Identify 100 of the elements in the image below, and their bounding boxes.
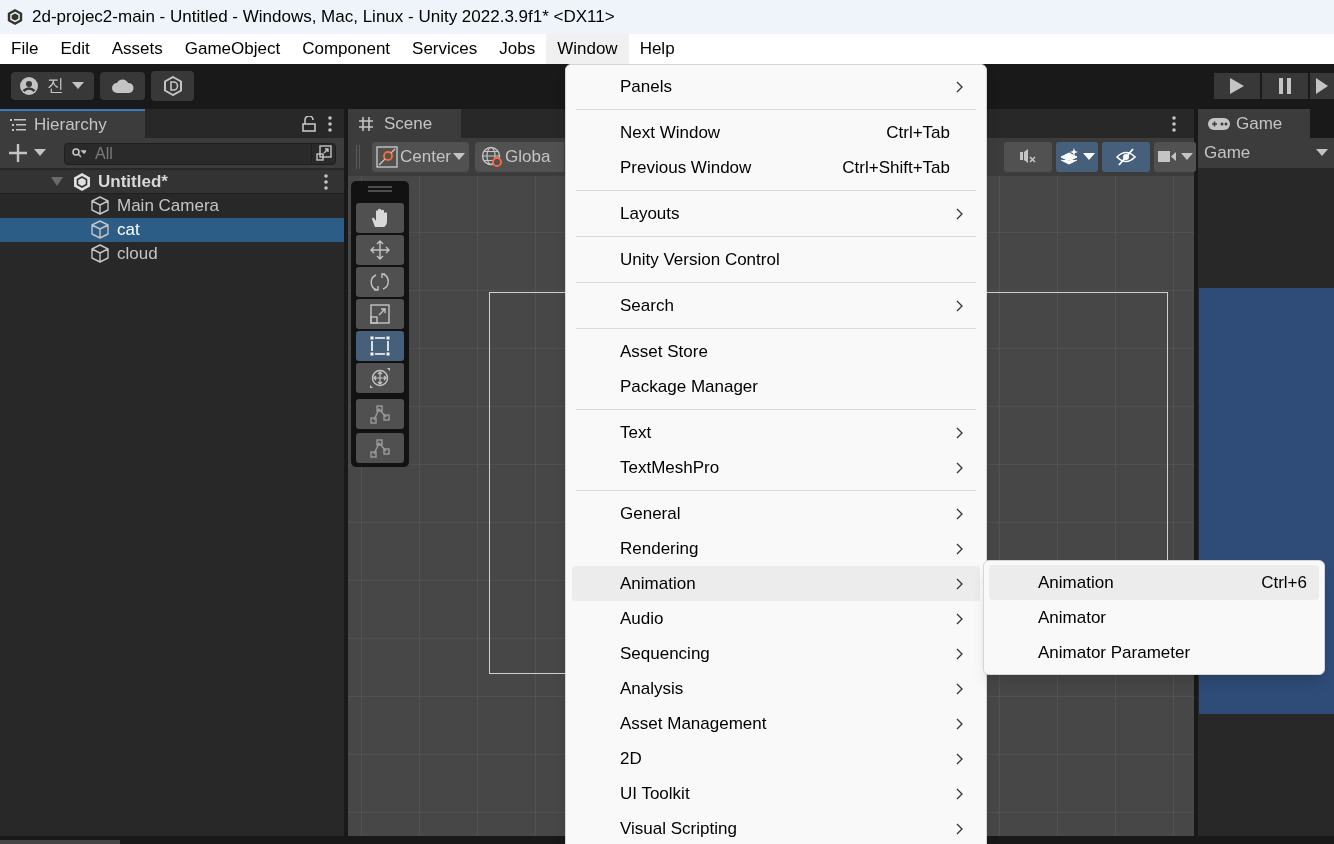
menu-entry[interactable]: Asset Store	[572, 334, 980, 369]
menu-entry[interactable]: Rendering	[572, 531, 980, 566]
expand-icon[interactable]	[315, 145, 332, 161]
hexagon-d-icon	[162, 76, 183, 96]
menu-entry[interactable]: Visual Scripting	[572, 811, 980, 844]
search-field[interactable]: All	[64, 143, 336, 165]
path-nodes-icon	[369, 403, 391, 425]
gamepad-icon	[1208, 117, 1230, 130]
plus-icon	[8, 143, 28, 163]
scale-icon	[369, 303, 391, 325]
tool-button[interactable]	[356, 331, 404, 361]
window-title: 2d-projec2-main - Untitled - Windows, Mac, Linux - Unity 2022.3.9f1* <DX11>	[32, 6, 615, 29]
menu-entry[interactable]: Next Window Ctrl+Tab	[572, 115, 980, 150]
hexagon-d-button[interactable]	[151, 71, 194, 101]
menu-item[interactable]: Window	[546, 34, 629, 64]
tool-button[interactable]	[356, 203, 404, 233]
rotate-arrows-icon	[369, 271, 391, 293]
menu-entry[interactable]: General	[572, 496, 980, 531]
tool-button[interactable]	[356, 299, 404, 329]
play-icon	[1230, 78, 1244, 94]
scene-toggle-button[interactable]	[1102, 142, 1150, 172]
menu-entry[interactable]: Asset Management	[572, 706, 980, 741]
tool-button[interactable]	[356, 363, 404, 393]
play-button[interactable]	[1214, 73, 1260, 99]
more-options-icon[interactable]	[1172, 115, 1176, 132]
rect-tool-icon	[369, 335, 391, 357]
hierarchy-tab[interactable]: Hierarchy	[0, 109, 145, 138]
caret-icon	[34, 149, 46, 157]
pivot-icon	[376, 146, 398, 168]
menu-item[interactable]: Services	[401, 34, 489, 64]
lock-icon[interactable]	[302, 115, 316, 132]
handle-rotation-dropdown[interactable]: Globa	[475, 142, 565, 172]
scene-toggle-button[interactable]	[1056, 142, 1098, 172]
hierarchy-row[interactable]: cat	[0, 218, 344, 242]
menu-item[interactable]: Jobs	[488, 34, 547, 64]
pivot-dropdown[interactable]: Center	[372, 142, 470, 172]
menu-entry[interactable]: Previous Window Ctrl+Shift+Tab	[572, 150, 980, 185]
menu-entry[interactable]: Layouts	[572, 196, 980, 231]
tool-button[interactable]	[356, 235, 404, 265]
path-nodes-icon	[369, 437, 391, 459]
menu-entry[interactable]: Animator Parameter	[989, 635, 1319, 670]
menu-item[interactable]: Assets	[100, 34, 174, 64]
menu-entry[interactable]: Text	[572, 415, 980, 450]
cube-icon	[90, 220, 110, 240]
scene-toggle-button[interactable]	[1004, 142, 1052, 172]
shortcut-label: Ctrl+6	[1261, 571, 1307, 594]
shortcut-label: Ctrl+Tab	[886, 121, 950, 144]
more-options-icon[interactable]	[324, 173, 328, 190]
menu-entry[interactable]: Animator	[989, 600, 1319, 635]
menu-entry[interactable]: Panels	[572, 69, 980, 104]
hierarchy-row[interactable]: Main Camera	[0, 194, 344, 218]
tool-button[interactable]	[356, 433, 404, 463]
pause-button[interactable]	[1262, 73, 1308, 99]
caret-icon	[1181, 153, 1193, 161]
tool-button[interactable]	[356, 267, 404, 297]
tool-button[interactable]	[356, 399, 404, 429]
menu-item[interactable]: Component	[291, 34, 402, 64]
cloud-button[interactable]	[100, 72, 145, 100]
user-icon	[19, 76, 39, 96]
scene-name: Untitled*	[98, 170, 168, 193]
menu-entry[interactable]: TextMeshPro	[572, 450, 980, 485]
more-options-icon[interactable]	[328, 115, 332, 132]
menu-entry[interactable]: Animation	[572, 566, 980, 601]
caret-icon	[1316, 149, 1328, 157]
unity-logo-icon	[6, 8, 24, 26]
menu-item[interactable]: File	[0, 34, 50, 64]
caret-icon	[72, 82, 84, 90]
menu-entry[interactable]: 2D	[572, 741, 980, 776]
cube-icon	[90, 244, 110, 264]
scene-tab[interactable]: Scene	[348, 109, 461, 138]
add-dropdown-button[interactable]	[8, 143, 46, 163]
shortcut-label: Ctrl+Shift+Tab	[842, 156, 950, 179]
horizontal-scrollbar[interactable]	[0, 840, 120, 844]
cube-icon	[90, 196, 110, 216]
game-tab[interactable]: Game	[1198, 109, 1310, 138]
move-arrows-icon	[369, 239, 391, 261]
menu-item[interactable]: GameObject	[173, 34, 292, 64]
pause-icon	[1279, 78, 1291, 94]
display-dropdown[interactable]: Game	[1198, 138, 1334, 168]
caret-icon	[453, 153, 466, 161]
caret-icon	[1083, 153, 1095, 161]
menu-entry[interactable]: Sequencing	[572, 636, 980, 671]
scene-toggle-button[interactable]	[1154, 142, 1196, 172]
cloud-icon	[111, 79, 134, 93]
menu-entry[interactable]: Search	[572, 288, 980, 323]
menu-entry[interactable]: Analysis	[572, 671, 980, 706]
menu-entry[interactable]: Unity Version Control	[572, 242, 980, 277]
menu-item[interactable]: Help	[628, 34, 686, 64]
step-button[interactable]	[1310, 73, 1334, 99]
list-icon	[10, 117, 26, 132]
menu-item[interactable]: Edit	[49, 34, 101, 64]
drag-handle-icon[interactable]	[367, 185, 393, 193]
menu-entry[interactable]: Audio	[572, 601, 980, 636]
scene-header-row[interactable]: Untitled*	[0, 170, 344, 194]
hierarchy-row[interactable]: cloud	[0, 242, 344, 266]
menu-entry[interactable]: Package Manager	[572, 369, 980, 404]
menu-entry[interactable]: Animation Ctrl+6	[989, 565, 1319, 600]
menu-entry[interactable]: UI Toolkit	[572, 776, 980, 811]
hidden-eye-icon	[1116, 147, 1136, 167]
account-button[interactable]: 진	[11, 72, 94, 100]
